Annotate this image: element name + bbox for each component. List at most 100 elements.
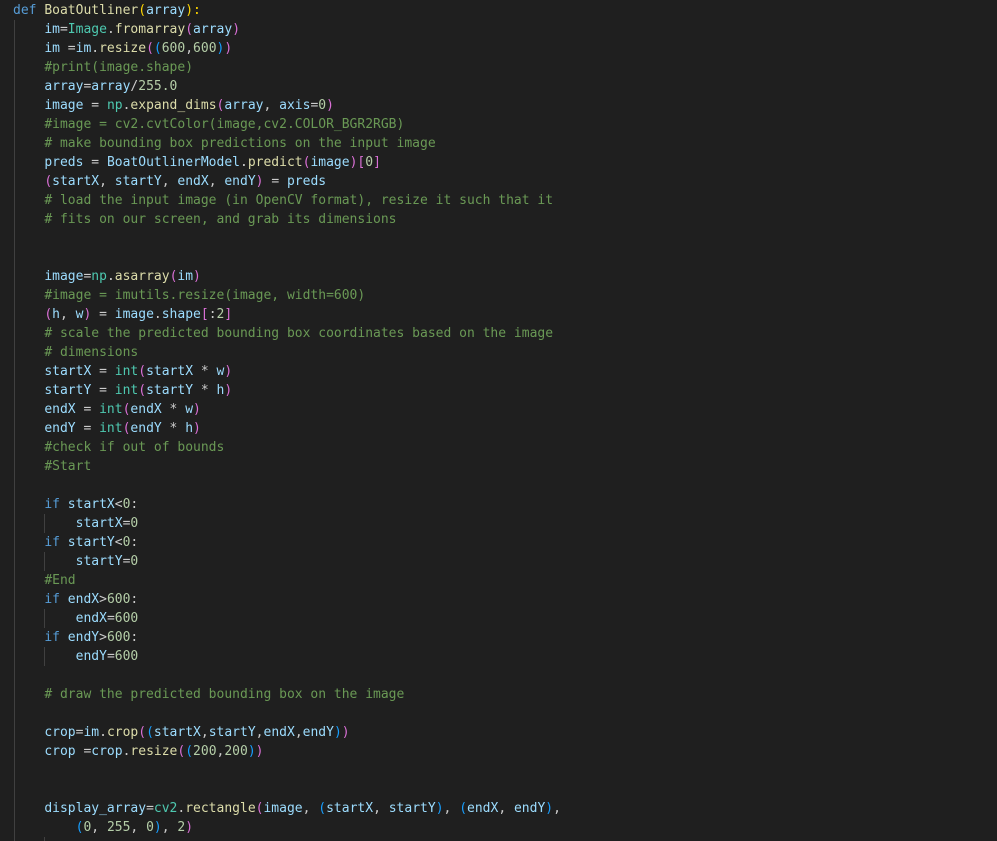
code-token-default: * [161, 402, 186, 417]
code-line[interactable]: # fits on our screen, and grab its dimen… [13, 210, 397, 229]
code-token-variable: array [193, 22, 233, 37]
code-token-bracket2: ) [224, 383, 233, 398]
code-line[interactable]: startY=0 [13, 552, 139, 571]
code-token-default: : [130, 630, 139, 645]
code-token-function: BoatOutliner [44, 3, 139, 18]
code-token-default [13, 459, 44, 474]
code-line[interactable]: endX=600 [13, 609, 139, 628]
code-line[interactable]: if startX<0: [13, 495, 138, 514]
code-line[interactable]: im =im.resize((600,600)) [13, 39, 232, 58]
code-line[interactable]: # draw the predicted bounding box on the… [13, 685, 404, 704]
code-token-variable: endY [67, 630, 100, 645]
code-token-variable: image [44, 269, 84, 284]
code-line[interactable]: if endX>600: [13, 590, 138, 609]
code-line[interactable]: display_array=cv2.rectangle(image, (star… [13, 799, 561, 818]
code-line[interactable]: # scale the predicted bounding box coord… [13, 324, 553, 343]
code-token-class: np [91, 269, 107, 284]
code-token-number: 600 [161, 41, 186, 56]
code-line[interactable]: endX = int(endX * w) [13, 400, 201, 419]
code-token-keyword: if [44, 592, 60, 607]
code-token-default [13, 801, 44, 816]
code-token-variable: im [75, 41, 92, 56]
code-line[interactable]: (h, w) = image.shape[:2] [13, 305, 232, 324]
code-token-bracket3: ( [153, 41, 162, 56]
code-line[interactable]: endY=600 [13, 647, 139, 666]
code-line[interactable]: #Start [13, 457, 91, 476]
code-line[interactable]: def BoatOutliner(array): [13, 1, 201, 20]
code-line[interactable]: endY = int(endY * h) [13, 419, 201, 438]
code-token-keyword: if [44, 497, 60, 512]
code-line[interactable]: if endY>600: [13, 628, 138, 647]
code-line[interactable]: (startX, startY, endX, endY) = preds [13, 172, 326, 191]
code-token-comment: #print(image.shape) [44, 60, 194, 75]
code-token-function: resize [130, 744, 178, 759]
code-line[interactable]: #End [13, 571, 75, 590]
code-token-comment: # fits on our screen, and grab its dimen… [44, 212, 397, 227]
code-token-default [60, 592, 68, 607]
code-token-class: int [114, 364, 139, 379]
code-token-comment: # draw the predicted bounding box on the… [44, 687, 405, 702]
code-token-variable: endX [467, 801, 499, 816]
code-token-variable: startY [114, 174, 162, 189]
code-token-default: = [106, 649, 115, 664]
code-editor[interactable]: def BoatOutliner(array): im=Image.fromar… [0, 0, 997, 841]
code-token-comment: # dimensions [44, 345, 139, 360]
code-token-default [13, 174, 44, 189]
code-line[interactable]: crop =crop.resize((200,200)) [13, 742, 263, 761]
code-token-default: = [91, 383, 115, 398]
code-token-default: , [263, 98, 280, 113]
code-line[interactable]: #image = imutils.resize(image, width=600… [13, 286, 365, 305]
code-token-bracket2: ) [193, 402, 201, 417]
code-line[interactable]: #print(image.shape) [13, 58, 193, 77]
code-line[interactable]: # dimensions [13, 343, 138, 362]
code-line[interactable]: preds = BoatOutlinerModel.predict(image)… [13, 153, 381, 172]
code-token-variable: array [91, 79, 131, 94]
code-token-default: , [161, 174, 178, 189]
code-token-default: , [161, 820, 178, 835]
code-line[interactable]: if startY<0: [13, 533, 138, 552]
code-token-bracket3: ( [146, 725, 154, 740]
code-line[interactable]: # load the input image (in OpenCV format… [13, 191, 553, 210]
code-token-variable: h [185, 421, 194, 436]
code-line[interactable]: im=Image.fromarray(array) [13, 20, 240, 39]
code-token-default: . [240, 155, 248, 170]
code-token-variable: endY [224, 174, 256, 189]
code-token-default: = [91, 364, 115, 379]
code-token-default [13, 497, 44, 512]
code-token-number: 200 [224, 744, 248, 759]
code-line[interactable]: startX=0 [13, 514, 139, 533]
code-token-bracket2: ) [255, 174, 264, 189]
code-line[interactable]: (0, 255, 0), 2) [13, 818, 193, 837]
code-line[interactable]: startX = int(startX * w) [13, 362, 232, 381]
code-line[interactable]: crop=im.crop((startX,startY,endX,endY)) [13, 723, 349, 742]
code-line[interactable]: startY = int(startY * h) [13, 381, 232, 400]
code-token-default: , [200, 725, 209, 740]
code-token-variable: startX [67, 497, 115, 512]
code-token-number: 600 [193, 41, 217, 56]
code-token-function: asarray [114, 269, 170, 284]
code-token-variable: endX [177, 174, 209, 189]
code-token-variable: array [224, 98, 264, 113]
code-token-variable: endX [44, 402, 76, 417]
code-token-variable: BoatOutlinerModel [106, 155, 240, 170]
code-token-default: > [99, 630, 107, 645]
code-line[interactable]: image=np.asarray(im) [13, 267, 201, 286]
code-token-bracket3: ) [153, 820, 162, 835]
code-line[interactable]: #image = cv2.cvtColor(image,cv2.COLOR_BG… [13, 115, 404, 134]
code-token-default: , [185, 41, 194, 56]
code-token-variable: endY [130, 421, 162, 436]
code-token-number: 600 [106, 592, 131, 607]
code-token-function: predict [247, 155, 303, 170]
code-token-variable: im [83, 725, 100, 740]
code-line[interactable]: array=array/255.0 [13, 77, 177, 96]
code-line[interactable]: image = np.expand_dims(array, axis=0) [13, 96, 334, 115]
code-token-default: > [99, 592, 107, 607]
code-line[interactable]: #check if out of bounds [13, 438, 224, 457]
code-token-variable: startX [75, 516, 123, 531]
code-line[interactable]: # make bounding box predictions on the i… [13, 134, 435, 153]
code-token-default: < [114, 497, 123, 512]
code-token-bracket2: ) [326, 98, 334, 113]
code-token-default [13, 554, 76, 569]
code-token-class: np [106, 98, 123, 113]
code-token-variable: im [44, 22, 60, 37]
